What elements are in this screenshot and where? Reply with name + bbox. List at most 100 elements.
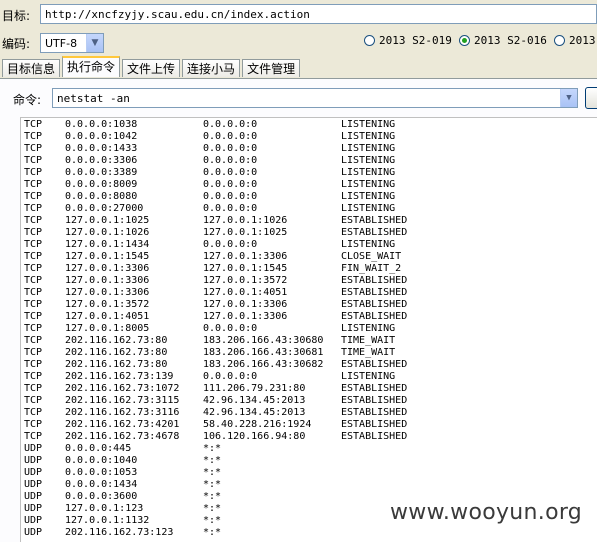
command-output[interactable]: TCP 0.0.0.0:1038 0.0.0.0:0 LISTENING TCP 0.0.… bbox=[20, 117, 597, 542]
radio-circle-icon[interactable] bbox=[364, 35, 375, 46]
output-proto: TCP bbox=[24, 203, 43, 214]
output-proto: TCP bbox=[24, 383, 43, 394]
output-local-address: 127.0.0.1:1025 bbox=[65, 215, 150, 226]
output-foreign-address: 111.206.79.231:80 bbox=[203, 383, 306, 394]
output-foreign-address: 127.0.0.1:3306 bbox=[203, 311, 288, 322]
output-foreign-address: 106.120.166.94:80 bbox=[203, 431, 306, 442]
output-foreign-address: 127.0.0.1:1026 bbox=[203, 215, 288, 226]
command-label: 命令: bbox=[13, 93, 42, 107]
output-state: LISTENING bbox=[341, 239, 396, 250]
tab-bar: 目标信息 执行命令 文件上传 连接小马 文件管理 bbox=[2, 56, 302, 79]
output-local-address: 0.0.0.0:3600 bbox=[65, 491, 138, 502]
target-url-input[interactable]: http://xncfzyjy.scau.edu.cn/index.action bbox=[40, 4, 597, 24]
chevron-down-icon[interactable]: ▼ bbox=[86, 34, 103, 52]
tab-target-info[interactable]: 目标信息 bbox=[2, 59, 61, 77]
output-state: LISTENING bbox=[341, 371, 396, 382]
output-foreign-address: 0.0.0.0:0 bbox=[203, 155, 258, 166]
output-state: LISTENING bbox=[341, 191, 396, 202]
radio-s2-016[interactable]: 2013 S2-016 bbox=[459, 34, 547, 47]
output-proto: TCP bbox=[24, 359, 43, 370]
output-foreign-address: *:* bbox=[203, 491, 222, 502]
output-local-address: 202.116.162.73:3115 bbox=[65, 395, 180, 406]
output-local-address: 0.0.0.0:3389 bbox=[65, 167, 138, 178]
output-foreign-address: 183.206.166.43:30680 bbox=[203, 335, 324, 346]
output-local-address: 202.116.162.73:80 bbox=[65, 335, 168, 346]
output-local-address: 0.0.0.0:8009 bbox=[65, 179, 138, 190]
output-foreign-address: *:* bbox=[203, 515, 222, 526]
command-input[interactable]: netstat -an ▼ bbox=[52, 88, 578, 108]
output-foreign-address: 127.0.0.1:1025 bbox=[203, 227, 288, 238]
output-state: FIN_WAIT_2 bbox=[341, 263, 402, 274]
output-local-address: 202.116.162.73:80 bbox=[65, 359, 168, 370]
output-local-address: 0.0.0.0:1038 bbox=[65, 119, 138, 130]
output-local-address: 127.0.0.1:123 bbox=[65, 503, 144, 514]
output-local-address: 127.0.0.1:4051 bbox=[65, 311, 150, 322]
output-foreign-address: 127.0.0.1:1545 bbox=[203, 263, 288, 274]
output-proto: TCP bbox=[24, 191, 43, 202]
output-local-address: 0.0.0.0:1042 bbox=[65, 131, 138, 142]
radio-selected-icon[interactable] bbox=[459, 35, 470, 46]
tab-file-manager[interactable]: 文件管理 bbox=[242, 59, 301, 77]
radio-label: 2013 S2-016 bbox=[474, 34, 547, 47]
output-foreign-address: 0.0.0.0:0 bbox=[203, 371, 258, 382]
output-proto: UDP bbox=[24, 455, 43, 466]
output-state: TIME_WAIT bbox=[341, 347, 396, 358]
output-foreign-address: 0.0.0.0:0 bbox=[203, 239, 258, 250]
output-state: ESTABLISHED bbox=[341, 407, 408, 418]
output-proto: TCP bbox=[24, 431, 43, 442]
radio-2013[interactable]: 2013 bbox=[554, 34, 596, 47]
output-proto: UDP bbox=[24, 527, 43, 538]
output-foreign-address: 0.0.0.0:0 bbox=[203, 131, 258, 142]
output-proto: TCP bbox=[24, 167, 43, 178]
output-local-address: 127.0.0.1:1545 bbox=[65, 251, 150, 262]
output-state: ESTABLISHED bbox=[341, 359, 408, 370]
output-local-address: 202.116.162.73:123 bbox=[65, 527, 174, 538]
output-local-address: 202.116.162.73:3116 bbox=[65, 407, 180, 418]
radio-circle-icon[interactable] bbox=[554, 35, 565, 46]
output-local-address: 202.116.162.73:1072 bbox=[65, 383, 180, 394]
output-foreign-address: *:* bbox=[203, 527, 222, 538]
target-row: 目标: http://xncfzyjy.scau.edu.cn/index.ac… bbox=[0, 0, 597, 30]
output-state: ESTABLISHED bbox=[341, 275, 408, 286]
tab-connect-shell[interactable]: 连接小马 bbox=[182, 59, 241, 77]
tab-file-upload[interactable]: 文件上传 bbox=[122, 59, 181, 77]
output-local-address: 127.0.0.1:3306 bbox=[65, 275, 150, 286]
output-proto: TCP bbox=[24, 395, 43, 406]
output-local-address: 0.0.0.0:27000 bbox=[65, 203, 144, 214]
output-local-address: 0.0.0.0:1040 bbox=[65, 455, 138, 466]
radio-label: 2013 bbox=[569, 34, 596, 47]
output-foreign-address: *:* bbox=[203, 479, 222, 490]
output-foreign-address: *:* bbox=[203, 455, 222, 466]
output-local-address: 127.0.0.1:3572 bbox=[65, 299, 150, 310]
output-foreign-address: 183.206.166.43:30682 bbox=[203, 359, 324, 370]
output-local-address: 0.0.0.0:1053 bbox=[65, 467, 138, 478]
output-proto: TCP bbox=[24, 347, 43, 358]
output-proto: UDP bbox=[24, 491, 43, 502]
output-local-address: 127.0.0.1:1026 bbox=[65, 227, 150, 238]
output-state: ESTABLISHED bbox=[341, 287, 408, 298]
output-state: LISTENING bbox=[341, 131, 396, 142]
execute-button[interactable] bbox=[585, 87, 597, 109]
output-local-address: 0.0.0.0:8080 bbox=[65, 191, 138, 202]
radio-s2-019[interactable]: 2013 S2-019 bbox=[364, 34, 452, 47]
output-local-address: 127.0.0.1:3306 bbox=[65, 287, 150, 298]
output-foreign-address: 42.96.134.45:2013 bbox=[203, 407, 306, 418]
output-state: LISTENING bbox=[341, 203, 396, 214]
output-proto: TCP bbox=[24, 335, 43, 346]
output-state: ESTABLISHED bbox=[341, 299, 408, 310]
output-proto: TCP bbox=[24, 371, 43, 382]
output-state: LISTENING bbox=[341, 143, 396, 154]
output-proto: UDP bbox=[24, 467, 43, 478]
output-local-address: 0.0.0.0:1434 bbox=[65, 479, 138, 490]
tab-exec-command[interactable]: 执行命令 bbox=[62, 56, 121, 77]
output-local-address: 127.0.0.1:8005 bbox=[65, 323, 150, 334]
chevron-down-icon[interactable]: ▼ bbox=[560, 89, 577, 107]
output-proto: TCP bbox=[24, 275, 43, 286]
target-label: 目标: bbox=[2, 9, 31, 23]
output-local-address: 127.0.0.1:3306 bbox=[65, 263, 150, 274]
output-foreign-address: 0.0.0.0:0 bbox=[203, 167, 258, 178]
output-state: ESTABLISHED bbox=[341, 431, 408, 442]
output-state: LISTENING bbox=[341, 155, 396, 166]
encoding-select[interactable]: UTF-8 ▼ bbox=[40, 33, 104, 53]
output-proto: TCP bbox=[24, 263, 43, 274]
